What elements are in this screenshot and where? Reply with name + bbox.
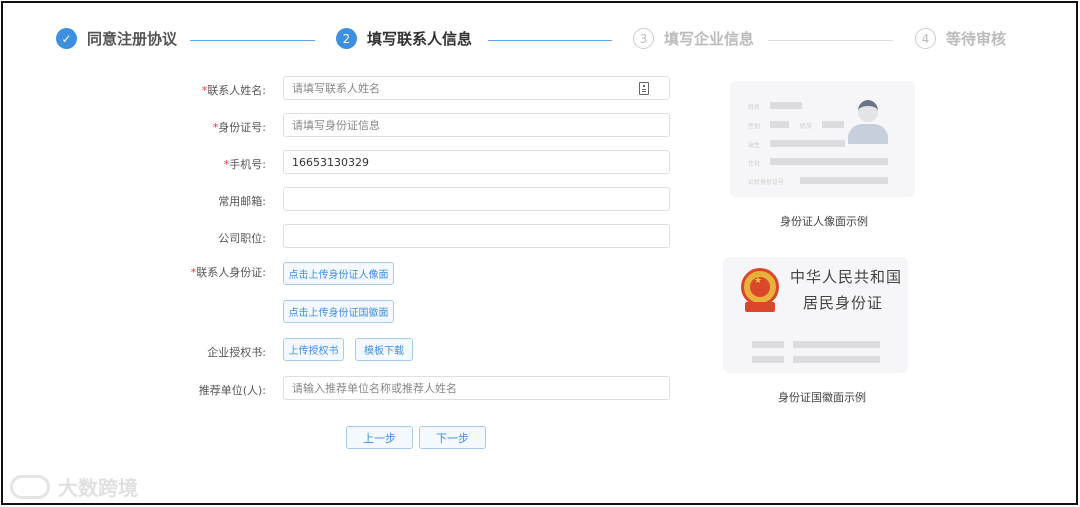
placeholder-bar [752, 341, 784, 348]
field-address-label: 住址 [748, 160, 761, 167]
watermark-logo-icon [10, 474, 50, 499]
step-label: 同意注册协议 [87, 30, 178, 48]
phone-label: *手机号: [223, 158, 266, 171]
step-1: ✓ 同意注册协议 [56, 28, 177, 49]
referrer-label: 推荐单位(人): [198, 384, 266, 397]
id-number-input[interactable]: 请填写身份证信息 [283, 113, 670, 137]
id-card-label: *联系人身份证: [190, 266, 266, 279]
authorization-label: 企业授权书: [207, 346, 266, 359]
placeholder-bar [770, 121, 789, 128]
contact-name-label: *联系人姓名: [201, 84, 266, 97]
position-label: 公司职位: [218, 232, 266, 245]
step-4: 4 等待审核 [915, 28, 1006, 49]
step-label: 等待审核 [946, 30, 1007, 48]
placeholder-bar [800, 177, 888, 184]
placeholder-bar [752, 356, 784, 363]
step-connector [488, 40, 612, 41]
id-back-subtitle: 居民身份证 [803, 294, 884, 312]
referrer-input[interactable]: 请输入推荐单位名称或推荐人姓名 [283, 376, 670, 400]
step-3: 3 填写企业信息 [633, 28, 754, 49]
step-progress: ✓ 同意注册协议 2 填写联系人信息 3 填写企业信息 4 等待审核 [0, 0, 1080, 80]
referrer-placeholder: 请输入推荐单位名称或推荐人姓名 [292, 382, 457, 395]
id-number-label: *身份证号: [212, 121, 266, 134]
field-birth-label: 出生 [748, 142, 761, 149]
field-name-label: 姓名 [748, 104, 761, 111]
email-input[interactable] [283, 187, 670, 211]
phone-input[interactable]: 16653130329 [283, 150, 670, 174]
contact-name-placeholder: 请填写联系人姓名 [292, 82, 380, 95]
id-back-caption: 身份证国徽面示例 [778, 391, 866, 404]
check-icon: ✓ [56, 28, 77, 49]
upload-authorization-button[interactable]: 上传授权书 [283, 338, 344, 361]
step-number: 3 [633, 28, 654, 49]
phone-value: 16653130329 [292, 155, 369, 169]
step-2: 2 填写联系人信息 [336, 28, 472, 49]
field-gender-label: 性别 [748, 123, 761, 130]
national-emblem-icon: ★ [741, 268, 779, 314]
position-input[interactable] [283, 224, 670, 248]
placeholder-bar [770, 158, 888, 165]
id-front-caption: 身份证人像面示例 [780, 215, 868, 228]
upload-id-front-button[interactable]: 点击上传身份证人像面 [283, 262, 394, 285]
next-step-button[interactable]: 下一步 [419, 426, 486, 449]
placeholder-bar [793, 356, 880, 363]
step-label: 填写企业信息 [664, 30, 755, 48]
placeholder-bar [770, 140, 845, 147]
placeholder-bar [793, 341, 880, 348]
portrait-icon [848, 98, 888, 144]
step-connector [768, 40, 893, 41]
field-id-number-label: 公民身份证号 [748, 179, 785, 186]
id-number-placeholder: 请填写身份证信息 [292, 119, 380, 132]
prev-step-button[interactable]: 上一步 [346, 426, 413, 449]
field-ethnicity-label: 民族 [800, 123, 813, 130]
placeholder-bar [770, 102, 802, 109]
placeholder-bar [822, 121, 844, 128]
step-number: 2 [336, 28, 357, 49]
email-label: 常用邮箱: [218, 195, 266, 208]
step-connector [190, 40, 315, 41]
contact-name-input[interactable]: 请填写联系人姓名 [283, 76, 670, 100]
id-back-title: 中华人民共和国 [790, 268, 903, 286]
step-number: 4 [915, 28, 936, 49]
watermark: 大数跨境 [10, 472, 138, 501]
template-download-button[interactable]: 模板下载 [355, 338, 413, 361]
upload-id-back-button[interactable]: 点击上传身份证国徽面 [283, 300, 394, 323]
watermark-text: 大数跨境 [58, 476, 138, 500]
step-label: 填写联系人信息 [367, 30, 473, 48]
id-card-icon[interactable] [639, 82, 649, 95]
